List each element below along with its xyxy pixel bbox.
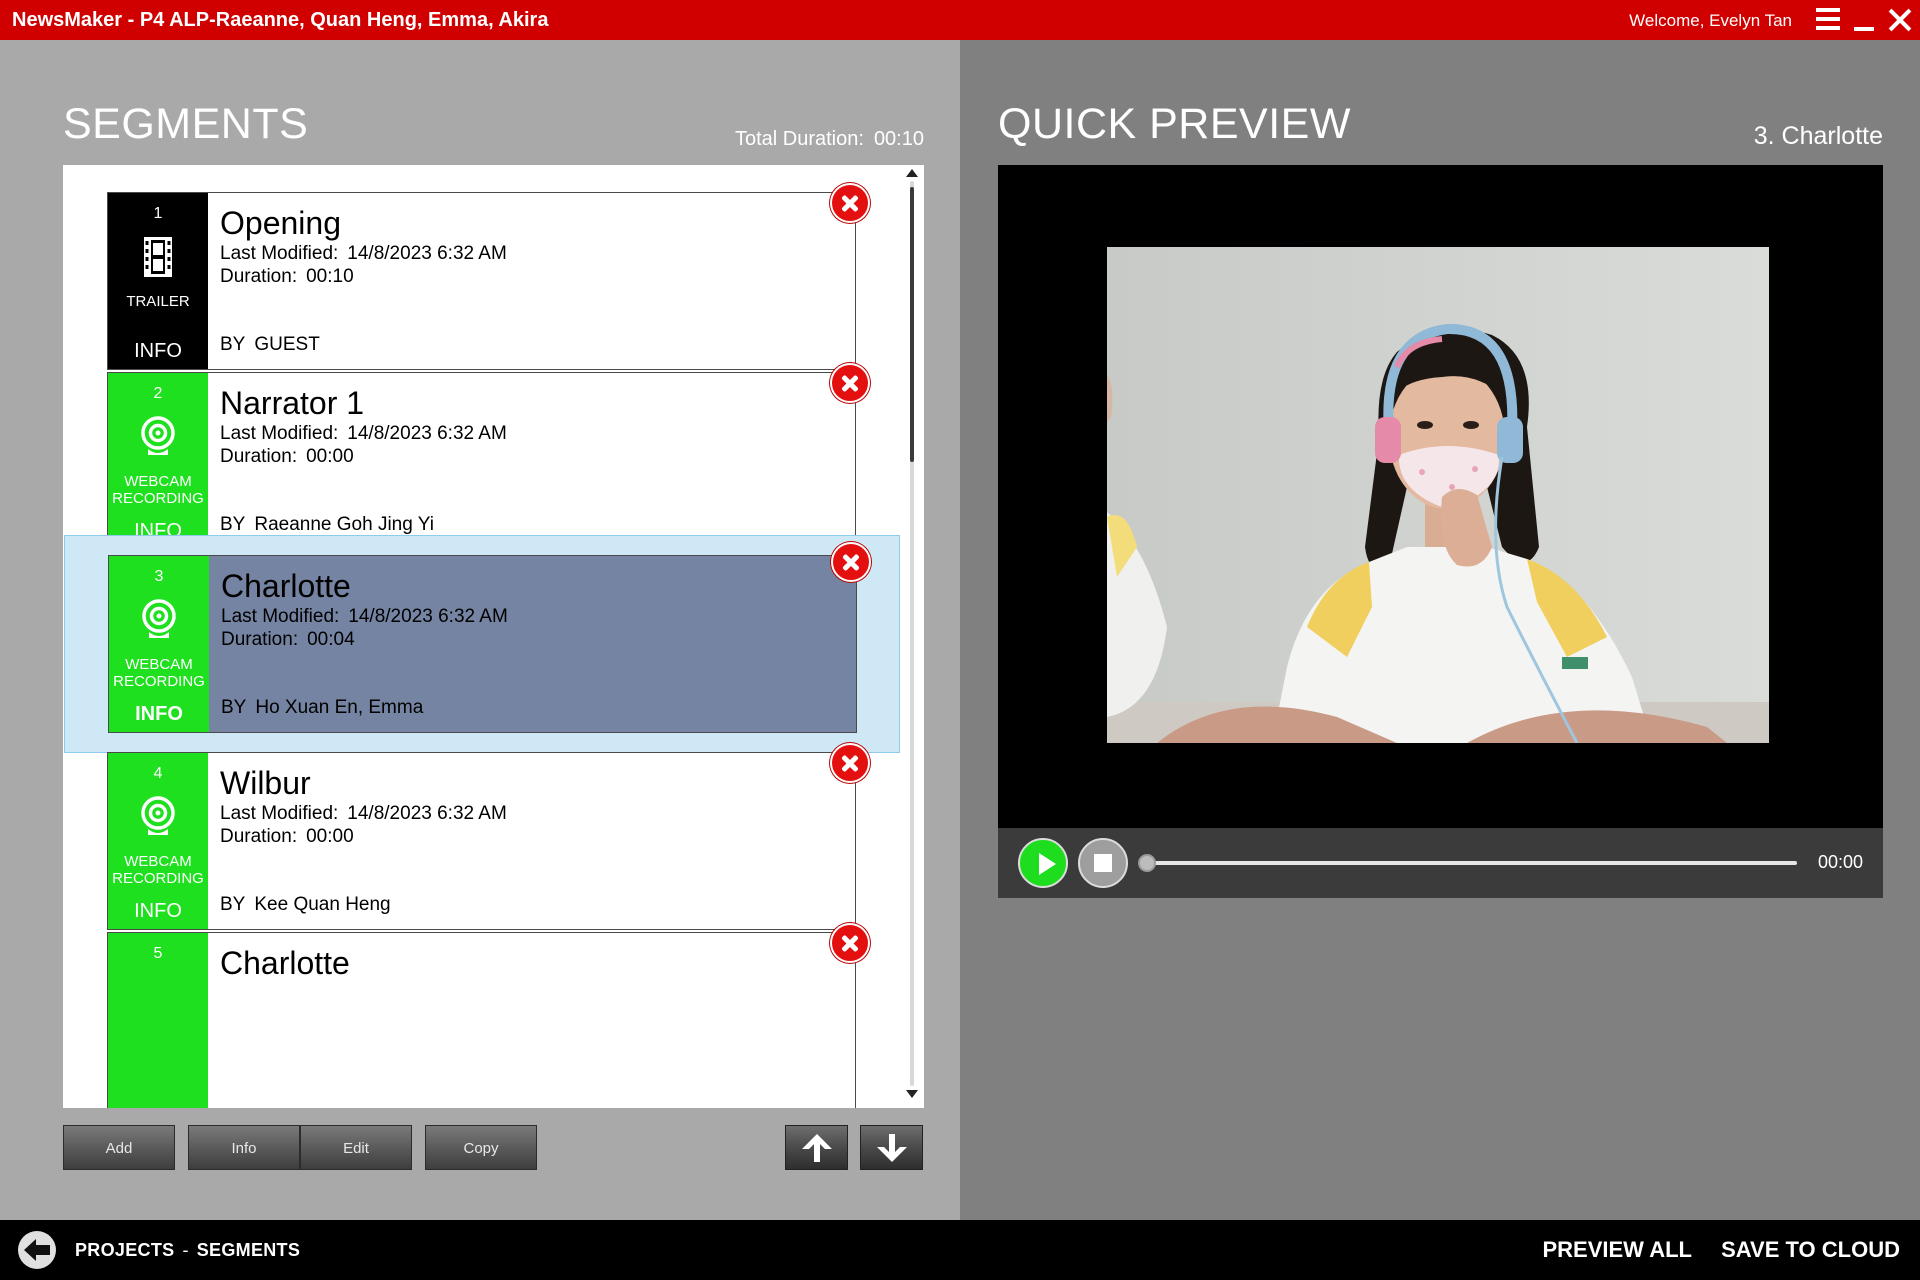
- segment-author: BY Raeanne Goh Jing Yi: [220, 514, 434, 535]
- title-bar: NewsMaker - P4 ALP-Raeanne, Quan Heng, E…: [0, 0, 1920, 40]
- segments-panel: SEGMENTS Total Duration: 00:10 1 TRAILER…: [0, 40, 960, 1220]
- segment-list-scrollbar[interactable]: [900, 165, 924, 1108]
- segments-heading: SEGMENTS: [63, 100, 309, 148]
- arrow-up-icon: [802, 1134, 832, 1162]
- segment-title: Charlotte: [220, 945, 350, 981]
- segment-number: 1: [153, 205, 163, 222]
- back-icon[interactable]: [18, 1231, 56, 1269]
- segment-last-modified: Last Modified: 14/8/2023 6:32 AM: [220, 803, 507, 824]
- segment-type: WEBCAM RECORDING: [113, 656, 205, 690]
- breadcrumb-projects[interactable]: PROJECTS: [75, 1240, 174, 1260]
- copy-button[interactable]: Copy: [425, 1125, 537, 1170]
- preview-segment-name: 3. Charlotte: [1753, 122, 1883, 150]
- segment-type-tile: 3 WEBCAM RECORDING INFO: [109, 556, 209, 732]
- delete-segment-icon[interactable]: [830, 743, 870, 783]
- segment-row-selected[interactable]: 3 WEBCAM RECORDING INFO Charlotte Last Mo…: [64, 535, 900, 753]
- segment-type-tile: 1 TRAILER INFO: [108, 193, 208, 369]
- breadcrumb-separator: -: [182, 1240, 189, 1260]
- webcam-icon: [141, 796, 175, 835]
- segment-number: 2: [153, 385, 163, 402]
- segment-row[interactable]: 5 Charlotte: [63, 905, 899, 1108]
- welcome-text: Welcome, Evelyn Tan: [1629, 11, 1792, 30]
- delete-segment-icon[interactable]: [830, 923, 870, 963]
- preview-heading: QUICK PREVIEW: [998, 100, 1351, 148]
- delete-segment-icon[interactable]: [830, 363, 870, 403]
- segment-card[interactable]: 4 WEBCAM RECORDING INFO Wilbur Last Modif…: [107, 752, 856, 930]
- scroll-thumb[interactable]: [910, 187, 914, 462]
- segment-type: TRAILER: [126, 293, 190, 310]
- webcam-icon: [141, 416, 175, 455]
- segment-card[interactable]: 5 Charlotte: [107, 932, 856, 1108]
- segment-title: Opening: [220, 205, 341, 241]
- segment-type-tile: 5: [108, 933, 208, 1108]
- play-icon[interactable]: [1018, 838, 1068, 888]
- segment-title: Wilbur: [220, 765, 311, 801]
- segment-type-tile: 4 WEBCAM RECORDING INFO: [108, 753, 208, 929]
- segment-title: Charlotte: [221, 568, 351, 604]
- segment-number: 5: [153, 945, 163, 962]
- move-down-button[interactable]: [860, 1125, 923, 1170]
- preview-panel: QUICK PREVIEW 3. Charlotte 00:00: [960, 40, 1920, 1220]
- segment-duration: Duration: 00:04: [221, 629, 355, 650]
- segment-type: WEBCAM RECORDING: [112, 853, 204, 887]
- segment-info-link[interactable]: INFO: [109, 703, 209, 726]
- move-up-button[interactable]: [785, 1125, 848, 1170]
- segment-list[interactable]: 1 TRAILER INFO Opening Last Modified: 14…: [63, 165, 924, 1108]
- segment-card[interactable]: 2 WEBCAM RECORDING INFO Narrator 1 Last M…: [107, 372, 856, 550]
- add-button[interactable]: Add: [63, 1125, 175, 1170]
- segment-number: 3: [154, 568, 164, 585]
- scroll-down-icon[interactable]: [906, 1090, 918, 1098]
- segment-card[interactable]: 1 TRAILER INFO Opening Last Modified: 14…: [107, 192, 856, 370]
- preview-all-button[interactable]: PREVIEW ALL: [1542, 1237, 1692, 1263]
- webcam-icon: [142, 599, 176, 638]
- playback-time: 00:00: [1817, 852, 1863, 872]
- segment-title: Narrator 1: [220, 385, 365, 421]
- film-icon: [144, 237, 172, 277]
- player-controls: 00:00: [998, 828, 1883, 898]
- segment-type: WEBCAM RECORDING: [112, 473, 204, 507]
- video-player[interactable]: 00:00: [998, 165, 1883, 898]
- minimize-icon[interactable]: [1848, 6, 1880, 34]
- segment-last-modified: Last Modified: 14/8/2023 6:32 AM: [221, 606, 508, 627]
- edit-button[interactable]: Edit: [300, 1125, 412, 1170]
- total-duration-value: 00:10: [873, 128, 924, 150]
- app-title: NewsMaker - P4 ALP-Raeanne, Quan Heng, E…: [12, 9, 549, 31]
- segment-author: BY Ho Xuan En, Emma: [221, 697, 424, 718]
- delete-segment-icon[interactable]: [830, 183, 870, 223]
- info-button[interactable]: Info: [188, 1125, 300, 1170]
- segment-number: 4: [153, 765, 163, 782]
- arrow-down-icon: [877, 1134, 907, 1162]
- close-icon[interactable]: [1884, 6, 1916, 34]
- seek-bar[interactable]: [1140, 861, 1797, 865]
- bottom-bar: PROJECTS - SEGMENTS PREVIEW ALL SAVE TO CL…: [0, 1220, 1920, 1280]
- segment-duration: Duration: 00:10: [220, 266, 354, 287]
- segment-row[interactable]: 2 WEBCAM RECORDING INFO Narrator 1 Last M…: [63, 345, 899, 565]
- segment-last-modified: Last Modified: 14/8/2023 6:32 AM: [220, 243, 507, 264]
- segment-card[interactable]: 3 WEBCAM RECORDING INFO Charlotte Last Mo…: [108, 555, 857, 733]
- video-frame-image: [1107, 247, 1769, 743]
- segment-type-tile: 2 WEBCAM RECORDING INFO: [108, 373, 208, 549]
- menu-icon[interactable]: [1812, 6, 1844, 34]
- stop-icon[interactable]: [1078, 838, 1128, 888]
- breadcrumb-segments: SEGMENTS: [196, 1240, 301, 1260]
- save-to-cloud-button[interactable]: SAVE TO CLOUD: [1721, 1237, 1900, 1263]
- delete-segment-icon[interactable]: [831, 542, 871, 582]
- total-duration: Total Duration: 00:10: [735, 128, 924, 151]
- segment-duration: Duration: 00:00: [220, 826, 354, 847]
- total-duration-label: Total Duration:: [734, 128, 864, 150]
- scroll-up-icon[interactable]: [906, 169, 918, 177]
- breadcrumb: PROJECTS - SEGMENTS: [75, 1240, 300, 1261]
- seek-handle[interactable]: [1138, 854, 1156, 872]
- segment-duration: Duration: 00:00: [220, 446, 354, 467]
- segment-last-modified: Last Modified: 14/8/2023 6:32 AM: [220, 423, 507, 444]
